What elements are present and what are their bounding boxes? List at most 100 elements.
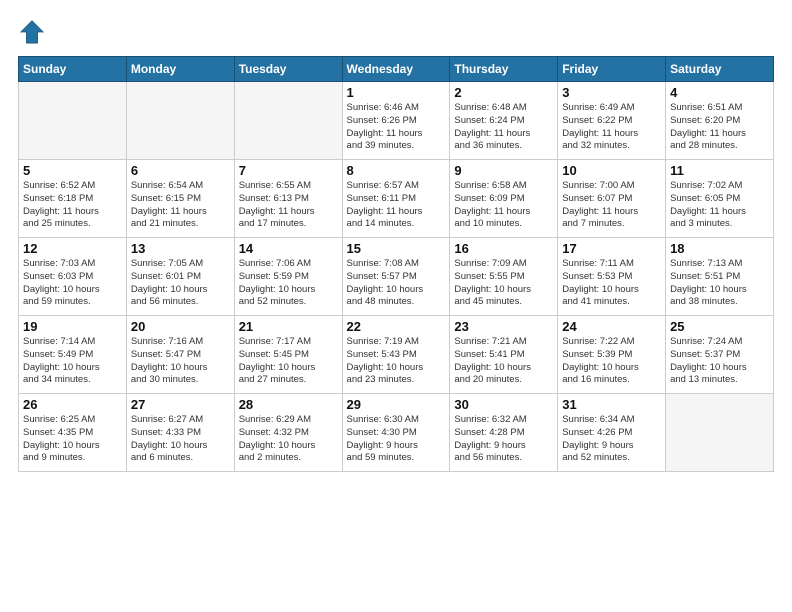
- calendar-cell: 30 Sunrise: 6:32 AM Sunset: 4:28 PM Dayli…: [450, 394, 558, 472]
- day-info: Sunrise: 6:29 AM Sunset: 4:32 PM Dayligh…: [239, 414, 338, 465]
- header: [18, 18, 774, 46]
- day-number: 21: [239, 319, 338, 334]
- day-info: Sunrise: 7:19 AM Sunset: 5:43 PM Dayligh…: [347, 336, 446, 387]
- calendar-cell: 13 Sunrise: 7:05 AM Sunset: 6:01 PM Dayli…: [126, 238, 234, 316]
- day-number: 22: [347, 319, 446, 334]
- day-info: Sunrise: 7:13 AM Sunset: 5:51 PM Dayligh…: [670, 258, 769, 309]
- calendar-cell: 29 Sunrise: 6:30 AM Sunset: 4:30 PM Dayli…: [342, 394, 450, 472]
- calendar-cell: 11Sunrise: 7:02 AM Sunset: 6:05 PM Dayli…: [666, 160, 774, 238]
- weekday-header: Friday: [558, 57, 666, 82]
- day-info: Sunrise: 6:30 AM Sunset: 4:30 PM Dayligh…: [347, 414, 446, 465]
- day-info: Sunrise: 6:57 AM Sunset: 6:11 PM Dayligh…: [347, 180, 446, 231]
- day-info: Sunrise: 7:09 AM Sunset: 5:55 PM Dayligh…: [454, 258, 553, 309]
- calendar: SundayMondayTuesdayWednesdayThursdayFrid…: [18, 56, 774, 472]
- day-number: 6: [131, 163, 230, 178]
- calendar-body: 1 Sunrise: 6:46 AM Sunset: 6:26 PM Daylig…: [19, 82, 774, 472]
- day-number: 23: [454, 319, 553, 334]
- calendar-week-row: 26 Sunrise: 6:25 AM Sunset: 4:35 PM Dayli…: [19, 394, 774, 472]
- calendar-cell: 14Sunrise: 7:06 AM Sunset: 5:59 PM Dayli…: [234, 238, 342, 316]
- day-info: Sunrise: 7:05 AM Sunset: 6:01 PM Dayligh…: [131, 258, 230, 309]
- page: SundayMondayTuesdayWednesdayThursdayFrid…: [0, 0, 792, 612]
- day-number: 5: [23, 163, 122, 178]
- day-number: 26: [23, 397, 122, 412]
- calendar-cell: 28 Sunrise: 6:29 AM Sunset: 4:32 PM Dayli…: [234, 394, 342, 472]
- calendar-week-row: 5 Sunrise: 6:52 AM Sunset: 6:18 PM Daylig…: [19, 160, 774, 238]
- day-number: 10: [562, 163, 661, 178]
- day-number: 2: [454, 85, 553, 100]
- calendar-cell: 23 Sunrise: 7:21 AM Sunset: 5:41 PM Dayli…: [450, 316, 558, 394]
- calendar-cell: 2 Sunrise: 6:48 AM Sunset: 6:24 PM Daylig…: [450, 82, 558, 160]
- calendar-cell: [19, 82, 127, 160]
- calendar-cell: 24Sunrise: 7:22 AM Sunset: 5:39 PM Dayli…: [558, 316, 666, 394]
- day-number: 25: [670, 319, 769, 334]
- day-number: 30: [454, 397, 553, 412]
- calendar-cell: 7Sunrise: 6:55 AM Sunset: 6:13 PM Daylig…: [234, 160, 342, 238]
- calendar-cell: 18 Sunrise: 7:13 AM Sunset: 5:51 PM Dayli…: [666, 238, 774, 316]
- calendar-cell: [234, 82, 342, 160]
- day-number: 29: [347, 397, 446, 412]
- day-number: 18: [670, 241, 769, 256]
- logo: [18, 18, 50, 46]
- calendar-cell: 20Sunrise: 7:16 AM Sunset: 5:47 PM Dayli…: [126, 316, 234, 394]
- day-info: Sunrise: 6:25 AM Sunset: 4:35 PM Dayligh…: [23, 414, 122, 465]
- day-number: 24: [562, 319, 661, 334]
- day-info: Sunrise: 7:00 AM Sunset: 6:07 PM Dayligh…: [562, 180, 661, 231]
- calendar-cell: [666, 394, 774, 472]
- day-number: 20: [131, 319, 230, 334]
- calendar-cell: 19 Sunrise: 7:14 AM Sunset: 5:49 PM Dayli…: [19, 316, 127, 394]
- day-number: 4: [670, 85, 769, 100]
- day-info: Sunrise: 6:52 AM Sunset: 6:18 PM Dayligh…: [23, 180, 122, 231]
- calendar-cell: 6 Sunrise: 6:54 AM Sunset: 6:15 PM Daylig…: [126, 160, 234, 238]
- day-number: 27: [131, 397, 230, 412]
- calendar-cell: 17Sunrise: 7:11 AM Sunset: 5:53 PM Dayli…: [558, 238, 666, 316]
- weekday-header: Thursday: [450, 57, 558, 82]
- day-info: Sunrise: 7:21 AM Sunset: 5:41 PM Dayligh…: [454, 336, 553, 387]
- calendar-week-row: 1 Sunrise: 6:46 AM Sunset: 6:26 PM Daylig…: [19, 82, 774, 160]
- weekday-header: Tuesday: [234, 57, 342, 82]
- calendar-week-row: 19 Sunrise: 7:14 AM Sunset: 5:49 PM Dayli…: [19, 316, 774, 394]
- day-number: 15: [347, 241, 446, 256]
- day-info: Sunrise: 6:51 AM Sunset: 6:20 PM Dayligh…: [670, 102, 769, 153]
- calendar-cell: 4 Sunrise: 6:51 AM Sunset: 6:20 PM Daylig…: [666, 82, 774, 160]
- day-number: 28: [239, 397, 338, 412]
- weekday-header: Monday: [126, 57, 234, 82]
- day-number: 19: [23, 319, 122, 334]
- day-number: 31: [562, 397, 661, 412]
- calendar-week-row: 12Sunrise: 7:03 AM Sunset: 6:03 PM Dayli…: [19, 238, 774, 316]
- calendar-cell: 1 Sunrise: 6:46 AM Sunset: 6:26 PM Daylig…: [342, 82, 450, 160]
- calendar-cell: 3Sunrise: 6:49 AM Sunset: 6:22 PM Daylig…: [558, 82, 666, 160]
- calendar-cell: 5 Sunrise: 6:52 AM Sunset: 6:18 PM Daylig…: [19, 160, 127, 238]
- day-info: Sunrise: 7:17 AM Sunset: 5:45 PM Dayligh…: [239, 336, 338, 387]
- day-info: Sunrise: 7:24 AM Sunset: 5:37 PM Dayligh…: [670, 336, 769, 387]
- logo-icon: [18, 18, 46, 46]
- day-info: Sunrise: 7:14 AM Sunset: 5:49 PM Dayligh…: [23, 336, 122, 387]
- calendar-cell: 8Sunrise: 6:57 AM Sunset: 6:11 PM Daylig…: [342, 160, 450, 238]
- day-info: Sunrise: 6:34 AM Sunset: 4:26 PM Dayligh…: [562, 414, 661, 465]
- calendar-cell: [126, 82, 234, 160]
- calendar-cell: 27 Sunrise: 6:27 AM Sunset: 4:33 PM Dayli…: [126, 394, 234, 472]
- calendar-cell: 15 Sunrise: 7:08 AM Sunset: 5:57 PM Dayli…: [342, 238, 450, 316]
- day-info: Sunrise: 7:06 AM Sunset: 5:59 PM Dayligh…: [239, 258, 338, 309]
- day-info: Sunrise: 7:08 AM Sunset: 5:57 PM Dayligh…: [347, 258, 446, 309]
- day-info: Sunrise: 6:58 AM Sunset: 6:09 PM Dayligh…: [454, 180, 553, 231]
- weekday-row: SundayMondayTuesdayWednesdayThursdayFrid…: [19, 57, 774, 82]
- day-number: 3: [562, 85, 661, 100]
- day-number: 9: [454, 163, 553, 178]
- weekday-header: Sunday: [19, 57, 127, 82]
- day-number: 1: [347, 85, 446, 100]
- day-info: Sunrise: 6:32 AM Sunset: 4:28 PM Dayligh…: [454, 414, 553, 465]
- day-info: Sunrise: 6:46 AM Sunset: 6:26 PM Dayligh…: [347, 102, 446, 153]
- calendar-cell: 9 Sunrise: 6:58 AM Sunset: 6:09 PM Daylig…: [450, 160, 558, 238]
- day-info: Sunrise: 6:54 AM Sunset: 6:15 PM Dayligh…: [131, 180, 230, 231]
- calendar-cell: 12Sunrise: 7:03 AM Sunset: 6:03 PM Dayli…: [19, 238, 127, 316]
- day-info: Sunrise: 6:48 AM Sunset: 6:24 PM Dayligh…: [454, 102, 553, 153]
- weekday-header: Wednesday: [342, 57, 450, 82]
- calendar-header: SundayMondayTuesdayWednesdayThursdayFrid…: [19, 57, 774, 82]
- calendar-cell: 25 Sunrise: 7:24 AM Sunset: 5:37 PM Dayli…: [666, 316, 774, 394]
- day-number: 17: [562, 241, 661, 256]
- calendar-cell: 31 Sunrise: 6:34 AM Sunset: 4:26 PM Dayli…: [558, 394, 666, 472]
- calendar-cell: 21 Sunrise: 7:17 AM Sunset: 5:45 PM Dayli…: [234, 316, 342, 394]
- day-info: Sunrise: 6:27 AM Sunset: 4:33 PM Dayligh…: [131, 414, 230, 465]
- day-number: 13: [131, 241, 230, 256]
- day-number: 7: [239, 163, 338, 178]
